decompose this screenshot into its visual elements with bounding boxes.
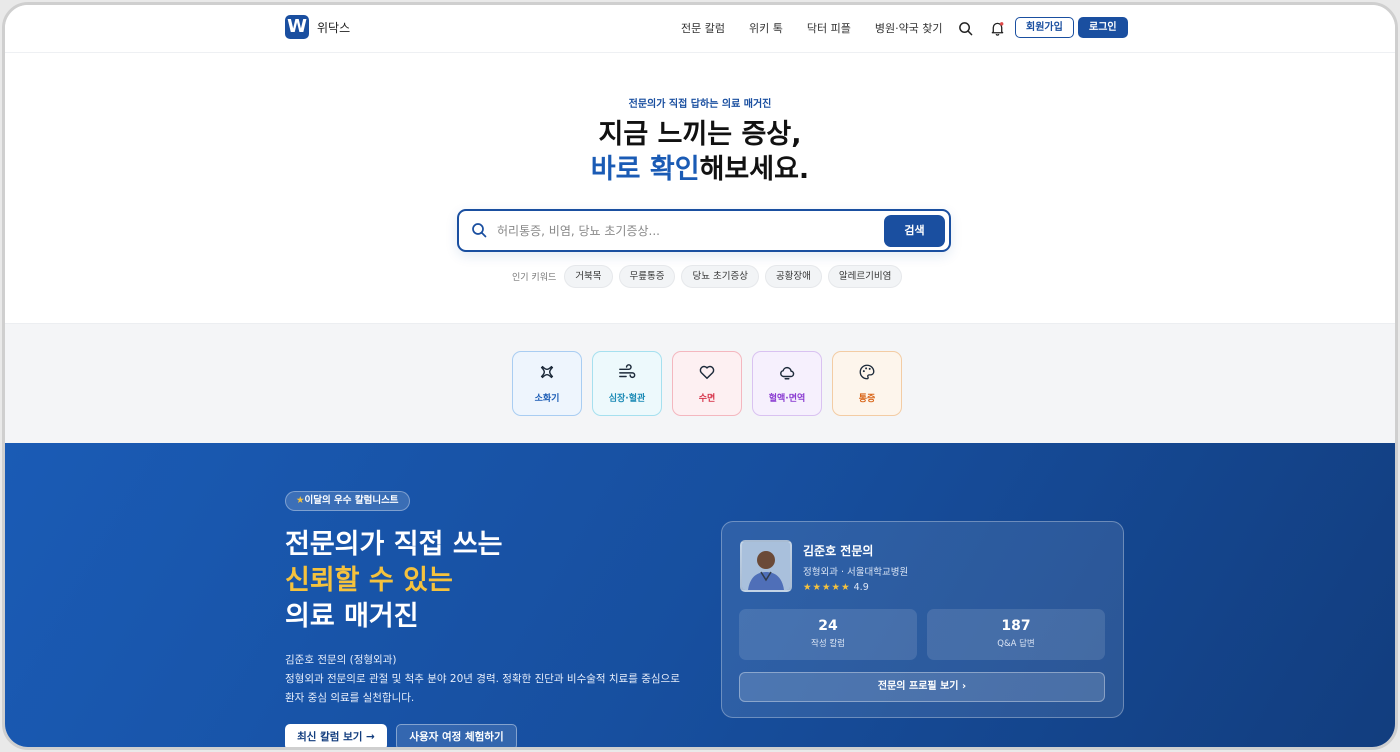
doctor-profile-button[interactable]: 전문의 프로필 보기 › (739, 672, 1105, 702)
doctor-card: 김준호 전문의 정형외과 · 서울대학교병원 ★★★★★ 4.9 24 작성 칼… (721, 521, 1124, 718)
category-list: 소화기 심장·혈관 수면 혈액·면역 통증 (512, 351, 902, 416)
nav-item-hospital-finder[interactable]: 병원·약국 찾기 (875, 20, 943, 36)
feature-desc-line: 환자 중심 의료를 실천합니다. (285, 692, 415, 704)
doctor-department: 정형외과 · 서울대학교병원 (803, 567, 909, 578)
keyword-chip[interactable]: 무릎통증 (618, 265, 676, 288)
search-icon[interactable] (954, 17, 976, 39)
doctor-name: 김준호 전문의 (803, 544, 874, 558)
category-label: 혈액·면역 (768, 394, 806, 404)
columnist-badge: ★이달의 우수 칼럼니스트 (285, 491, 410, 511)
latest-columns-button[interactable]: 최신 칼럼 보기 → (285, 724, 387, 747)
stat-value: 24 (818, 618, 838, 634)
feature-heading-line3: 의료 매거진 (285, 601, 419, 632)
keyword-chip[interactable]: 당뇨 초기증상 (681, 265, 759, 288)
doctor-avatar (740, 540, 792, 592)
nav-item-wiki-talk[interactable]: 위키 톡 (749, 20, 783, 36)
rating-value: 4.9 (853, 582, 869, 593)
search-field-icon (471, 222, 487, 242)
hero-kicker: 전문의가 직접 답하는 의료 매거진 (628, 99, 772, 110)
feature-description: 김준호 전문의 (정형외과) 정형외과 전문의로 관절 및 척추 분야 20년 … (285, 651, 680, 708)
stomach-icon (538, 363, 556, 385)
doctor-rating: ★★★★★ 4.9 (803, 582, 869, 593)
search-button[interactable]: 검색 (884, 215, 945, 247)
category-label: 수면 (698, 394, 716, 404)
search-bar: 검색 (457, 209, 951, 252)
category-digestive[interactable]: 소화기 (512, 351, 582, 416)
hero-title: 지금 느끼는 증상, 바로 확인해보세요. (5, 117, 1395, 187)
feature-heading: 전문의가 직접 쓰는 신뢰할 수 있는 의료 매거진 (285, 527, 503, 635)
feature-heading-line2: 신뢰할 수 있는 (285, 565, 453, 596)
hero-title-rest: 해보세요. (699, 154, 810, 185)
stat-label: 작성 칼럼 (811, 639, 845, 649)
featured-columnist-section (5, 443, 1395, 747)
feature-heading-line1: 전문의가 직접 쓰는 (285, 529, 503, 560)
main-nav: 전문 칼럼 위키 톡 닥터 피플 병원·약국 찾기 (681, 20, 943, 36)
hero-title-accent: 바로 확인 (590, 154, 700, 185)
category-cardio[interactable]: 심장·혈관 (592, 351, 662, 416)
brand-name[interactable]: 위닥스 (317, 19, 350, 36)
popular-keywords: 인기 키워드 거북목 무릎통증 당뇨 초기증상 공황장애 알레르기비염 (512, 265, 903, 288)
keyword-chip[interactable]: 공황장애 (764, 265, 822, 288)
browser-frame: W 위닥스 전문 칼럼 위키 톡 닥터 피플 병원·약국 찾기 회원가입 로그인… (2, 2, 1398, 750)
keyword-chip[interactable]: 알레르기비염 (827, 265, 903, 288)
category-label: 소화기 (534, 394, 560, 404)
hero-title-line1: 지금 느끼는 증상, (598, 119, 802, 150)
category-label: 심장·혈관 (608, 394, 646, 404)
user-journey-button[interactable]: 사용자 여정 체험하기 (396, 724, 517, 747)
stat-value: 187 (1001, 618, 1031, 634)
wind-icon (618, 363, 636, 385)
feature-desc-line: 정형외과 전문의로 관절 및 척추 분야 20년 경력. 정확한 진단과 비수술… (285, 673, 680, 685)
cloud-icon (778, 363, 796, 385)
stat-qna: 187 Q&A 답변 (927, 609, 1105, 660)
logo-icon[interactable]: W (285, 15, 309, 39)
nav-item-columns[interactable]: 전문 칼럼 (681, 20, 725, 36)
category-pain[interactable]: 통증 (832, 351, 902, 416)
search-input[interactable] (497, 220, 877, 242)
star-icon: ★ (296, 495, 305, 506)
stat-label: Q&A 답변 (997, 639, 1035, 649)
category-blood-immune[interactable]: 혈액·면역 (752, 351, 822, 416)
nav-item-doctor-people[interactable]: 닥터 피플 (807, 20, 851, 36)
stat-columns: 24 작성 칼럼 (739, 609, 917, 660)
site-header: W 위닥스 전문 칼럼 위키 톡 닥터 피플 병원·약국 찾기 회원가입 로그인 (5, 5, 1395, 53)
palette-icon (858, 363, 876, 385)
login-button[interactable]: 로그인 (1078, 17, 1128, 38)
signup-button[interactable]: 회원가입 (1015, 17, 1074, 38)
keywords-label: 인기 키워드 (512, 273, 557, 283)
bell-icon[interactable] (986, 17, 1008, 39)
category-sleep[interactable]: 수면 (672, 351, 742, 416)
badge-label: 이달의 우수 칼럼니스트 (304, 495, 399, 506)
rating-stars: ★★★★★ (803, 582, 851, 593)
hero-title-line2: 바로 확인해보세요. (5, 152, 1395, 187)
category-label: 통증 (858, 394, 876, 404)
feature-desc-line: 김준호 전문의 (정형외과) (285, 654, 397, 666)
heart-icon (698, 363, 716, 385)
keyword-chip[interactable]: 거북목 (564, 265, 613, 288)
